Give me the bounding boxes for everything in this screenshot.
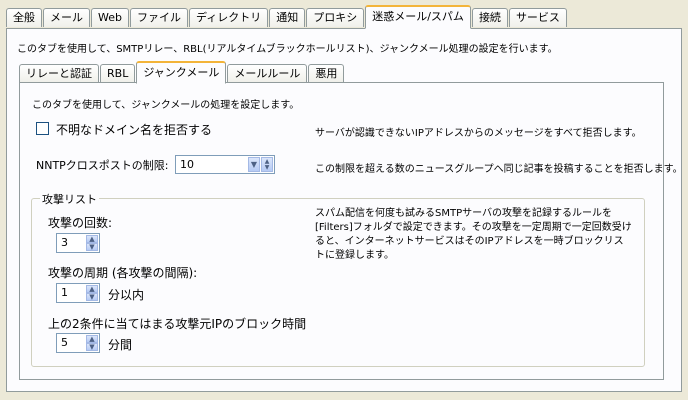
tab-connection[interactable]: 接続: [471, 8, 508, 27]
attack-list-title: 攻撃リスト: [40, 191, 99, 207]
attack-count-value: 3: [61, 236, 68, 249]
block-time-unit: 分間: [108, 338, 133, 352]
block-time-label: 上の2条件に当てはまる攻撃元IPのブロック時間: [48, 317, 307, 331]
nntp-limit-combo[interactable]: 10 ▼ ▲ ▼: [175, 155, 275, 174]
tab-mail[interactable]: メール: [43, 8, 90, 27]
attack-list-desc: スパム配信を何度も試みるSMTPサーバの攻撃を記録するルールを[Filters]…: [315, 208, 632, 261]
spin-up-icon[interactable]: ▲: [86, 235, 98, 243]
tab-services[interactable]: サービス: [508, 8, 567, 27]
tab-proxy[interactable]: プロキシ: [306, 8, 365, 27]
tab-web[interactable]: Web: [91, 8, 129, 27]
block-time-value: 5: [61, 336, 68, 349]
subtab-relay-auth[interactable]: リレーと認証: [19, 64, 99, 82]
chevron-down-icon[interactable]: ▼: [248, 157, 260, 172]
spin-down-icon[interactable]: ▼: [86, 293, 98, 301]
attack-period-value: 1: [61, 286, 68, 299]
spam-description: このタブを使用して、SMTPリレー、RBL(リアルタイムブラックホールリスト)、…: [17, 44, 558, 55]
reject-unknown-checkbox[interactable]: [36, 122, 49, 135]
main-tab-bar: 全般 メール Web ファイル ディレクトリ 通知 プロキシ 迷惑メール/スパム…: [6, 5, 568, 29]
sub-tab-bar: リレーと認証 RBL ジャンクメール メールルール 悪用: [19, 61, 345, 84]
junk-description: このタブを使用して、ジャンクメールの処理を設定します。: [32, 100, 300, 111]
attack-count-label: 攻撃の回数:: [48, 216, 113, 230]
subtab-mail-rules[interactable]: メールルール: [227, 64, 308, 82]
subtab-junk-mail[interactable]: ジャンクメール: [136, 61, 227, 84]
reject-unknown-label: 不明なドメイン名を拒否する: [56, 123, 213, 137]
spin-down-icon[interactable]: ▼: [86, 243, 98, 251]
attack-period-spinner[interactable]: 1 ▲ ▼: [56, 283, 100, 303]
spin-up-down-icon[interactable]: ▲ ▼: [261, 157, 273, 172]
tab-spam[interactable]: 迷惑メール/スパム: [365, 5, 471, 29]
tab-directory[interactable]: ディレクトリ: [188, 8, 269, 27]
tab-file[interactable]: ファイル: [129, 8, 188, 27]
block-time-spinner[interactable]: 5 ▲ ▼: [56, 333, 100, 353]
subtab-rbl[interactable]: RBL: [100, 64, 136, 82]
nntp-desc: この制限を超える数のニュースグループへ同じ記事を投稿することを拒否します。: [315, 164, 683, 175]
nntp-limit-value: 10: [180, 158, 194, 171]
spin-down-icon[interactable]: ▼: [86, 343, 98, 351]
nntp-label: NNTPクロスポストの制限:: [36, 159, 169, 172]
attack-period-unit: 分以内: [108, 288, 145, 302]
reject-unknown-desc: サーバが認識できないIPアドレスからのメッセージをすべて拒否します。: [315, 128, 642, 139]
subtab-abuse[interactable]: 悪用: [308, 64, 345, 82]
spin-up-icon[interactable]: ▲: [86, 335, 98, 343]
attack-count-spinner[interactable]: 3 ▲ ▼: [56, 233, 100, 253]
attack-period-label: 攻撃の周期 (各攻撃の間隔):: [48, 266, 198, 280]
spin-up-icon[interactable]: ▲: [86, 285, 98, 293]
tab-notification[interactable]: 通知: [269, 8, 306, 27]
tab-general[interactable]: 全般: [6, 8, 42, 27]
